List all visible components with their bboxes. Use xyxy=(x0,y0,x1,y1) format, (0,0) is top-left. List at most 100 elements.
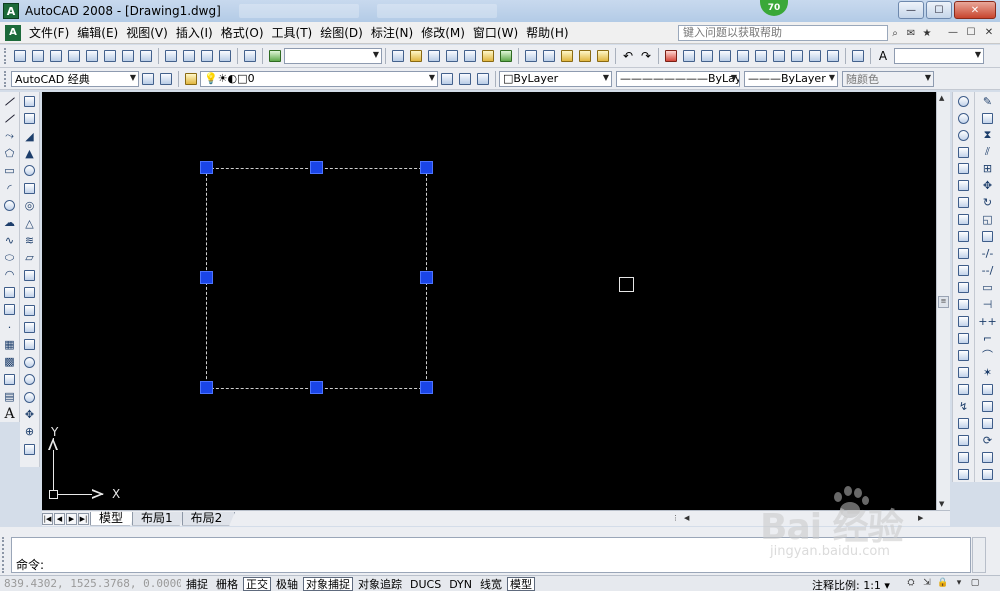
section-plane-icon[interactable]: ↯ xyxy=(956,399,972,415)
shell-icon[interactable] xyxy=(956,365,972,381)
hatch-icon[interactable]: ▦ xyxy=(2,336,18,352)
box-icon[interactable] xyxy=(22,111,38,127)
subtract-icon[interactable] xyxy=(956,110,972,126)
scroll-thumb[interactable]: ≡ xyxy=(938,296,949,308)
menu-help[interactable]: 帮助(H) xyxy=(522,24,572,41)
grip-mid-left[interactable] xyxy=(200,271,213,284)
rotate-icon[interactable]: ↻ xyxy=(980,195,996,211)
save-icon[interactable] xyxy=(426,48,442,64)
move-icon[interactable]: ✥ xyxy=(980,178,996,194)
menu-view[interactable]: 视图(V) xyxy=(122,24,172,41)
extrude-faces-icon[interactable] xyxy=(956,144,972,160)
grip-mid-right[interactable] xyxy=(420,271,433,284)
lineweight-toggle[interactable]: 线宽 xyxy=(477,577,505,591)
view-front-icon[interactable] xyxy=(30,48,46,64)
pan-icon[interactable] xyxy=(663,48,679,64)
chamfer-icon[interactable]: ⌐ xyxy=(980,331,996,347)
tool-palettes-icon[interactable] xyxy=(771,48,787,64)
document-icon[interactable]: A xyxy=(5,24,21,41)
imprint-icon[interactable] xyxy=(956,314,972,330)
ellipse-icon[interactable]: ⬭ xyxy=(2,250,18,266)
scroll-grip-icon[interactable]: ⋮ xyxy=(672,514,679,522)
dyn-toggle[interactable]: DYN xyxy=(446,577,475,591)
open-folder-icon[interactable] xyxy=(408,48,424,64)
send-back-icon[interactable] xyxy=(980,416,996,432)
taper-faces-icon[interactable] xyxy=(956,229,972,245)
doc-close-button[interactable]: ✕ xyxy=(982,25,996,39)
intersect-icon[interactable] xyxy=(22,389,38,405)
rectangle-icon[interactable]: ▭ xyxy=(2,163,18,179)
delete-faces-icon[interactable] xyxy=(956,195,972,211)
layer-isolate-icon[interactable] xyxy=(980,450,996,466)
copy-faces-icon[interactable] xyxy=(956,246,972,262)
cone-icon[interactable]: ▲ xyxy=(22,146,38,162)
plotstyle-combo[interactable]: 随颜色 ▼ xyxy=(842,70,934,87)
view-left-icon[interactable] xyxy=(48,48,64,64)
view-top-icon[interactable] xyxy=(84,48,100,64)
separate-icon[interactable] xyxy=(956,348,972,364)
cut-icon[interactable] xyxy=(523,48,539,64)
menu-modify[interactable]: 修改(M) xyxy=(417,24,469,41)
help-icon[interactable] xyxy=(850,48,866,64)
arc-icon[interactable]: ◜ xyxy=(2,180,18,196)
menu-tools[interactable]: 工具(T) xyxy=(268,24,317,41)
trim-icon[interactable]: -/- xyxy=(980,246,996,262)
maximize-button[interactable]: ☐ xyxy=(926,1,952,19)
clean-screen-icon[interactable]: ▢ xyxy=(969,577,981,589)
toolbar-grip[interactable] xyxy=(4,70,8,87)
extrude-icon[interactable] xyxy=(22,267,38,283)
sweep-icon[interactable] xyxy=(22,302,38,318)
union-icon[interactable] xyxy=(956,93,972,109)
new-drawing-icon[interactable] xyxy=(390,48,406,64)
polyline-icon[interactable]: ⤳ xyxy=(2,128,18,144)
linetype-combo[interactable]: ———————— ByLayer ▼ xyxy=(616,70,740,87)
table-icon[interactable]: ▤ xyxy=(2,389,18,405)
break-at-point-icon[interactable]: ▭ xyxy=(980,280,996,296)
3d-mirror-icon[interactable] xyxy=(956,466,972,482)
copy-object-icon[interactable] xyxy=(980,110,996,126)
annotation-visibility-icon[interactable]: ⛭ xyxy=(905,577,917,589)
scroll-left-icon[interactable]: ◀ xyxy=(684,514,689,522)
scroll-down-icon[interactable]: ▼ xyxy=(939,500,944,508)
ortho-toggle[interactable]: 正交 xyxy=(243,576,271,591)
text-style-icon[interactable]: A xyxy=(875,48,891,64)
color-combo[interactable]: □ ByLayer ▼ xyxy=(499,70,612,87)
menu-dimension[interactable]: 标注(N) xyxy=(367,24,417,41)
layer-states-icon[interactable] xyxy=(475,71,491,87)
plot-preview-icon[interactable] xyxy=(462,48,478,64)
help-search-input[interactable] xyxy=(678,25,888,41)
properties-icon[interactable] xyxy=(735,48,751,64)
point-icon[interactable]: · xyxy=(2,319,18,335)
doc-restore-button[interactable]: ☐ xyxy=(964,25,978,39)
walk-icon[interactable] xyxy=(217,48,233,64)
flatshot-icon[interactable] xyxy=(956,416,972,432)
last-tab-icon[interactable]: ▶| xyxy=(78,512,89,525)
make-current-layer-icon[interactable] xyxy=(439,71,455,87)
wedge-icon[interactable]: ◢ xyxy=(22,128,38,144)
search-icon[interactable]: ⌕ xyxy=(888,25,902,41)
toolbar-grip[interactable] xyxy=(4,48,8,64)
block-editor-icon[interactable] xyxy=(595,48,611,64)
vertical-scrollbar[interactable]: ▲ ≡ ▼ xyxy=(936,92,950,510)
selected-rectangle[interactable] xyxy=(206,168,427,389)
minimize-button[interactable]: — xyxy=(898,1,924,19)
rotate-faces-icon[interactable] xyxy=(956,212,972,228)
draworder-icon[interactable] xyxy=(980,382,996,398)
favorites-icon[interactable]: ★ xyxy=(920,25,934,41)
ucs-icon[interactable] xyxy=(267,48,283,64)
join-icon[interactable]: ++ xyxy=(978,314,996,330)
layer-previous-icon[interactable] xyxy=(457,71,473,87)
command-scrollbar[interactable] xyxy=(972,537,986,573)
menu-edit[interactable]: 编辑(E) xyxy=(73,24,122,41)
fillet-icon[interactable]: ⌒ xyxy=(980,347,996,363)
calculator-icon[interactable] xyxy=(825,48,841,64)
paste-icon[interactable] xyxy=(559,48,575,64)
grid-toggle[interactable]: 栅格 xyxy=(213,577,241,591)
grip-top-left[interactable] xyxy=(200,161,213,174)
new-file-icon[interactable] xyxy=(12,48,28,64)
scroll-right-icon[interactable]: ▶ xyxy=(918,514,923,522)
notification-badge[interactable]: 70 xyxy=(760,0,788,16)
torus-icon[interactable]: ◎ xyxy=(22,198,38,214)
region-icon[interactable] xyxy=(2,371,18,387)
planar-surface-icon[interactable]: ▱ xyxy=(22,250,38,266)
